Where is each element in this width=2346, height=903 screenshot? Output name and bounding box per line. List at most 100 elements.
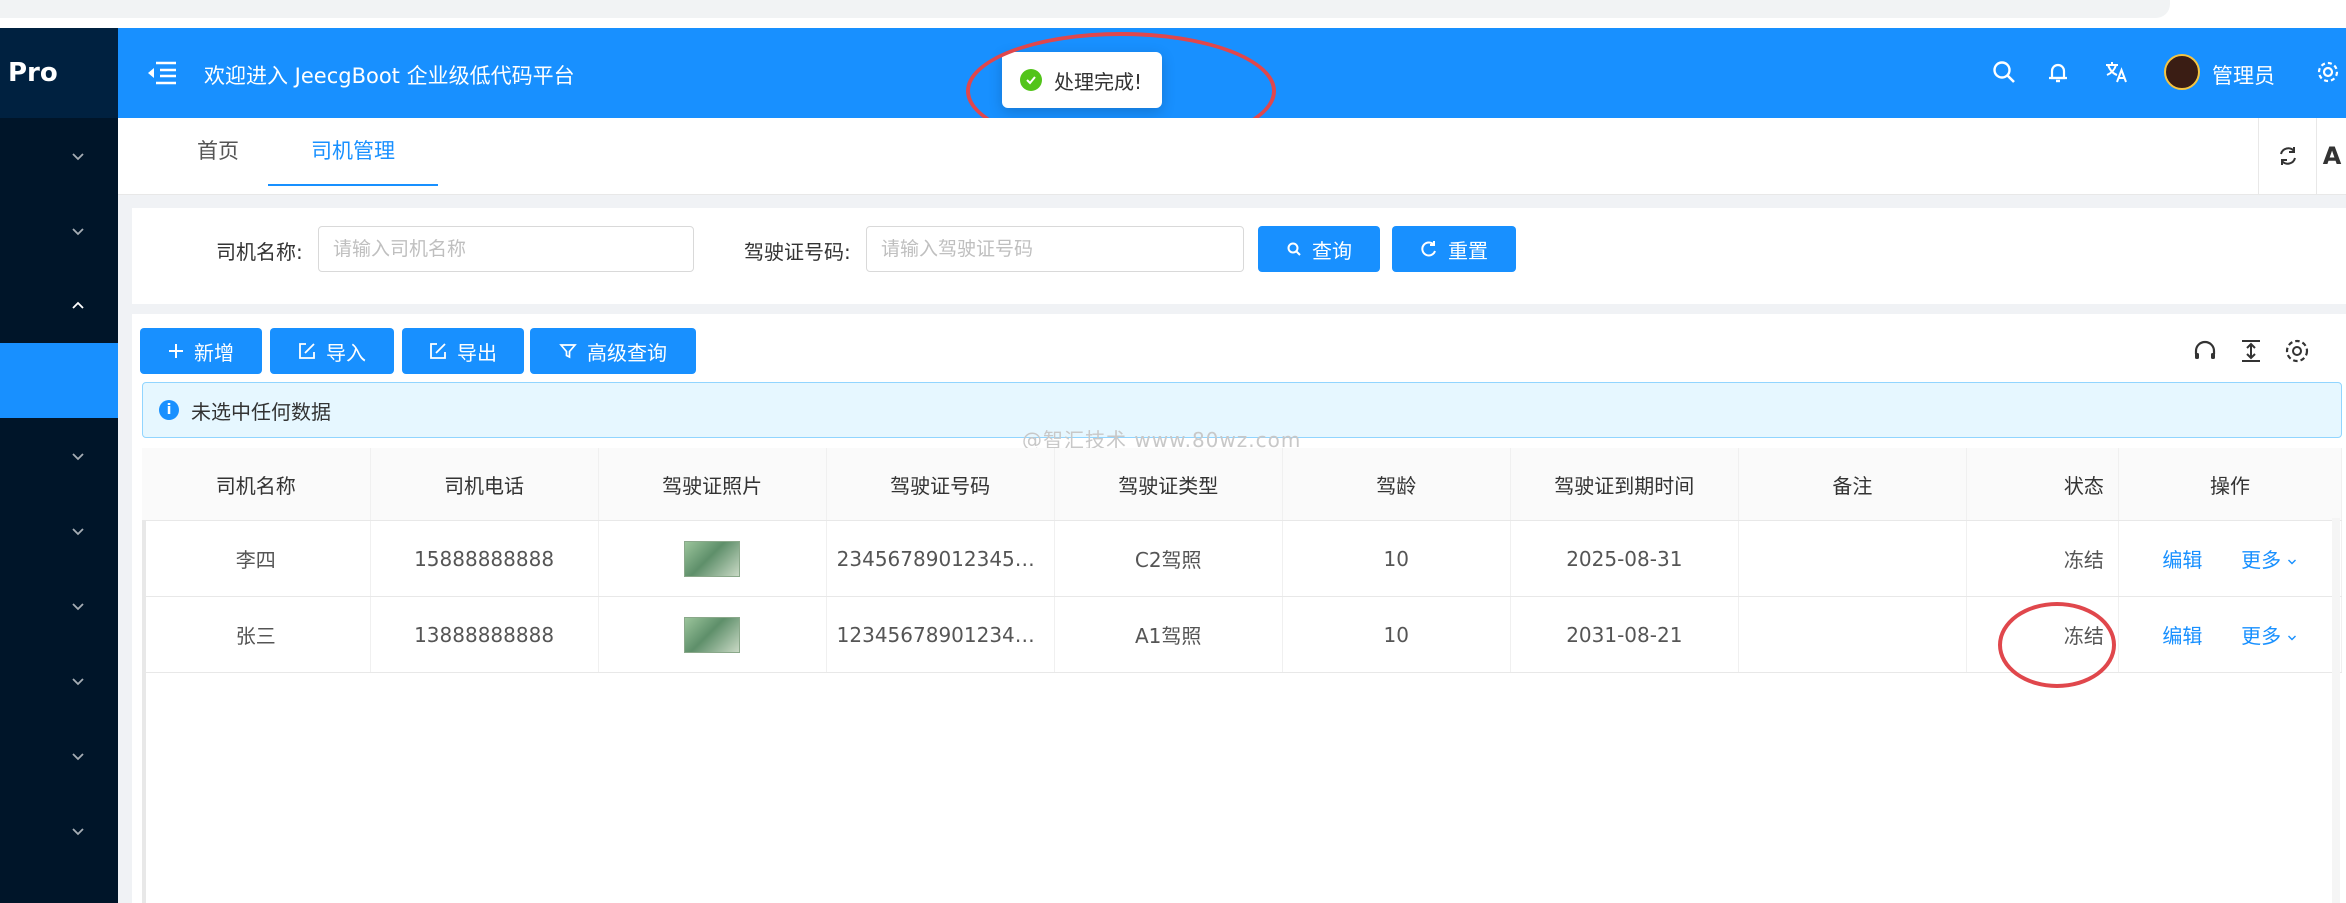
driver-phone-cell: 13888888888 xyxy=(370,596,599,673)
edit-link[interactable]: 编辑 xyxy=(2162,548,2202,572)
sidebar-menu-item[interactable] xyxy=(0,793,118,868)
chevron-down-icon xyxy=(2288,559,2297,565)
column-header[interactable]: 驾驶证到期时间 xyxy=(1510,448,1739,521)
gear-icon[interactable] xyxy=(2314,58,2342,86)
chevron-down-icon xyxy=(72,452,84,460)
sidebar-menu-item[interactable] xyxy=(0,493,118,568)
license-expiry-cell: 2025-08-31 xyxy=(1510,520,1739,597)
driver-name-label: 司机名称: xyxy=(216,240,303,264)
success-toast: 处理完成! xyxy=(1002,52,1162,108)
more-dropdown[interactable]: 更多 xyxy=(2241,548,2297,572)
column-header[interactable]: 驾驶证号码 xyxy=(826,448,1055,521)
tab-home[interactable]: 首页 xyxy=(162,118,274,184)
sidebar-submenu-item-active[interactable] xyxy=(0,343,118,418)
refresh-tab-button[interactable] xyxy=(2258,118,2317,194)
toast-message: 处理完成! xyxy=(1054,69,1143,94)
tab-driver-management[interactable]: 司机管理 xyxy=(268,118,438,186)
column-header[interactable]: 备注 xyxy=(1738,448,1967,521)
add-button-label: 新增 xyxy=(194,340,234,365)
license-no-input[interactable] xyxy=(866,226,1244,272)
menu-fold-icon[interactable] xyxy=(146,58,178,88)
driving-years-cell: 10 xyxy=(1282,520,1511,597)
font-size-button[interactable]: A xyxy=(2316,118,2346,194)
driver-name-cell: 张三 xyxy=(142,596,371,673)
column-header[interactable]: 驾驶证类型 xyxy=(1054,448,1283,521)
chevron-down-icon xyxy=(72,227,84,235)
chevron-down-icon xyxy=(72,152,84,160)
sidebar-menu-item[interactable] xyxy=(0,418,118,493)
driver-name-cell: 李四 xyxy=(142,520,371,597)
edit-square-icon xyxy=(299,343,315,359)
remark-cell xyxy=(1738,596,1967,673)
edit-link[interactable]: 编辑 xyxy=(2162,624,2202,648)
license-photo-cell xyxy=(598,596,827,673)
search-icon[interactable] xyxy=(1990,58,2018,86)
license-photo-thumbnail[interactable] xyxy=(684,540,741,577)
table-row[interactable]: 张三 13888888888 1234567890123456... A1驾照 … xyxy=(142,596,2343,673)
check-circle-icon xyxy=(1020,69,1042,91)
license-photo-thumbnail[interactable] xyxy=(684,616,741,653)
table-row[interactable]: 李四 15888888888 2345678901234567... C2驾照 … xyxy=(142,520,2343,597)
sidebar: Pro xyxy=(0,28,118,903)
chevron-down-icon xyxy=(72,827,84,835)
welcome-text: 欢迎进入 JeecgBoot 企业级低代码平台 xyxy=(204,64,575,88)
chevron-up-icon xyxy=(72,301,84,309)
sidebar-menu-item[interactable] xyxy=(0,118,118,193)
column-header[interactable]: 司机电话 xyxy=(370,448,599,521)
driver-table: 司机名称 司机电话 驾驶证照片 驾驶证号码 驾驶证类型 驾龄 驾驶证到期时间 备… xyxy=(142,448,2343,673)
translate-icon[interactable] xyxy=(2102,58,2130,86)
username[interactable]: 管理员 xyxy=(2212,60,2275,90)
address-bar[interactable] xyxy=(0,0,2170,18)
sidebar-menu-item[interactable] xyxy=(0,568,118,643)
sidebar-menu-item[interactable] xyxy=(0,718,118,793)
column-header[interactable]: 司机名称 xyxy=(142,448,371,521)
driver-phone-cell: 15888888888 xyxy=(370,520,599,597)
driving-years-cell: 10 xyxy=(1282,596,1511,673)
filter-icon xyxy=(559,344,577,359)
chevron-down-icon xyxy=(72,752,84,760)
table-scrollbar[interactable] xyxy=(2332,518,2340,903)
headset-icon[interactable] xyxy=(2190,336,2220,366)
status-cell: 冻结 xyxy=(1966,520,2119,597)
reset-button-label: 重置 xyxy=(1448,238,1488,263)
top-header: 欢迎进入 JeecgBoot 企业级低代码平台 管理员 xyxy=(118,28,2346,118)
column-header[interactable]: 驾驶证照片 xyxy=(598,448,827,521)
license-photo-cell xyxy=(598,520,827,597)
selection-alert-text: 未选中任何数据 xyxy=(191,399,331,424)
info-icon: i xyxy=(159,400,179,420)
license-type-cell: A1驾照 xyxy=(1054,596,1283,673)
refresh-icon xyxy=(2280,147,2296,165)
avatar[interactable] xyxy=(2164,54,2200,90)
import-button[interactable]: 导入 xyxy=(270,328,394,374)
search-icon xyxy=(1287,242,1301,256)
advanced-query-button-label: 高级查询 xyxy=(587,340,667,365)
column-header[interactable]: 状态 xyxy=(1966,448,2119,521)
plus-icon xyxy=(169,344,183,358)
advanced-query-button[interactable]: 高级查询 xyxy=(530,328,696,374)
license-type-cell: C2驾照 xyxy=(1054,520,1283,597)
add-button[interactable]: 新增 xyxy=(140,328,262,374)
tab-bar: 首页 司机管理 A xyxy=(118,118,2346,195)
query-button-label: 查询 xyxy=(1312,238,1352,263)
column-height-icon[interactable] xyxy=(2236,336,2266,366)
license-expiry-cell: 2031-08-21 xyxy=(1510,596,1739,673)
actions-cell: 编辑 更多 xyxy=(2118,520,2343,597)
more-dropdown[interactable]: 更多 xyxy=(2241,624,2297,648)
actions-cell: 编辑 更多 xyxy=(2118,596,2343,673)
query-button[interactable]: 查询 xyxy=(1258,226,1380,272)
reload-icon xyxy=(1421,241,1436,257)
more-label: 更多 xyxy=(2241,548,2282,572)
license-no-cell: 2345678901234567... xyxy=(826,520,1055,597)
bell-icon[interactable] xyxy=(2044,58,2072,86)
sidebar-logo[interactable]: Pro xyxy=(0,28,118,118)
export-button[interactable]: 导出 xyxy=(402,328,524,374)
reset-button[interactable]: 重置 xyxy=(1392,226,1516,272)
sidebar-menu-item[interactable] xyxy=(0,643,118,718)
gear-icon[interactable] xyxy=(2282,336,2312,366)
sidebar-menu-item-expanded[interactable] xyxy=(0,268,118,343)
column-header[interactable]: 驾龄 xyxy=(1282,448,1511,521)
column-header[interactable]: 操作 xyxy=(2118,448,2343,521)
sidebar-menu-item[interactable] xyxy=(0,193,118,268)
import-button-label: 导入 xyxy=(326,340,366,365)
driver-name-input[interactable] xyxy=(318,226,694,272)
